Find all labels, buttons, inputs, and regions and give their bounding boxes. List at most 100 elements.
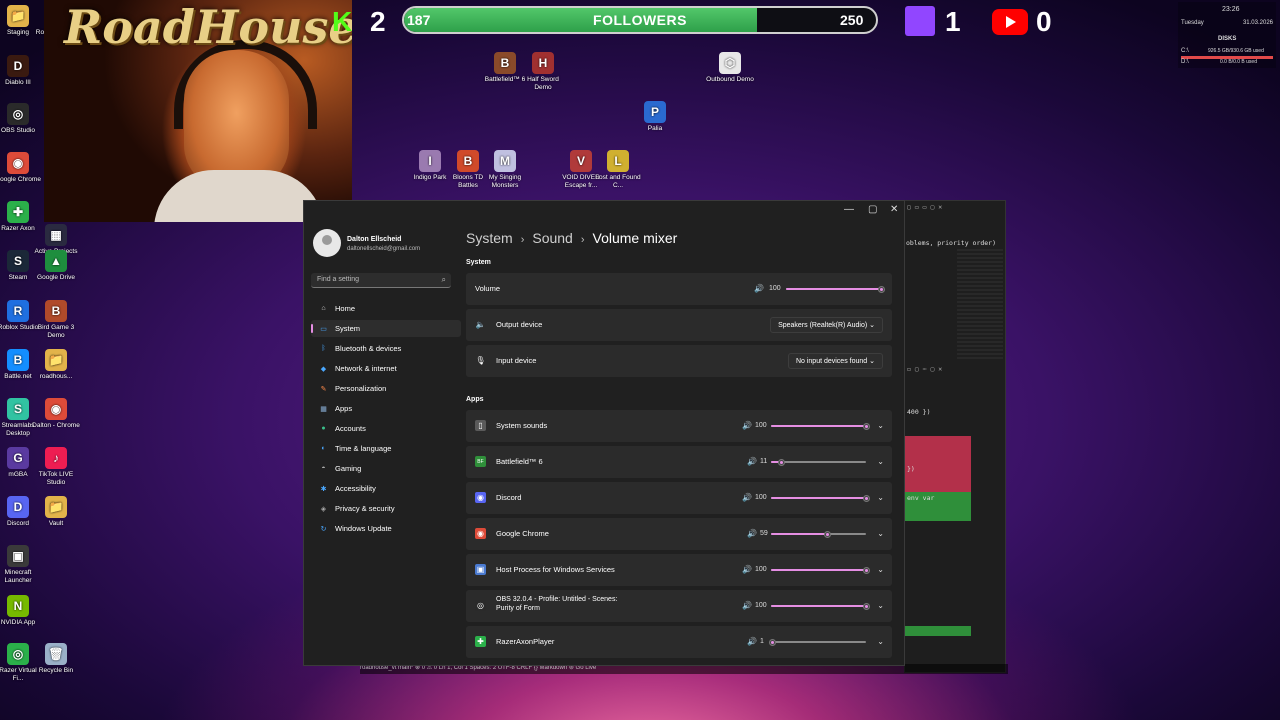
desktop-icon[interactable]: ▣ Minecraft Launcher (0, 545, 42, 585)
settings-window: — ▢ ✕ Dalton Ellscheid daltonellscheid@g… (303, 200, 905, 666)
app-volume-slider-thumb[interactable] (778, 459, 786, 466)
code-editor-window[interactable]: ▢ ▭ ▭ ▢ ✕ oblems, priority order) ▭ ▢ ⋯ … (904, 200, 1006, 673)
close-button[interactable]: ✕ (890, 204, 898, 215)
output-device-value: Speakers (Realtek(R) Audio) (778, 322, 868, 329)
speaker-icon[interactable]: 🔊 (747, 457, 757, 466)
app-volume-slider-thumb[interactable] (863, 567, 870, 574)
sidebar-item-gaming[interactable]: ◓ Gaming (311, 460, 461, 477)
desktop-icon[interactable]: N NVIDIA App (0, 595, 42, 627)
sidebar-item-system[interactable]: ▭ System (311, 320, 461, 337)
chevron-down-icon[interactable]: ⌄ (877, 565, 884, 574)
app-icon: B (45, 300, 67, 322)
app-volume-slider-thumb[interactable] (768, 639, 776, 646)
desktop-icon[interactable]: 📁 Vault (32, 496, 80, 528)
app-icon: 📁 (7, 5, 29, 27)
streamer-shirt (154, 170, 324, 222)
desktop-icon[interactable]: ◉ Google Chrome (0, 152, 42, 184)
chevron-down-icon[interactable]: ⌄ (877, 601, 884, 610)
system-icon: ▭ (320, 325, 327, 333)
app-volume-row: BF Battlefield™ 6 🔊 11 ⌄ (466, 446, 892, 478)
chevron-down-icon[interactable]: ⌄ (877, 529, 884, 538)
speaker-icon[interactable]: 🔊 (742, 565, 752, 574)
chevron-down-icon[interactable]: ⌄ (877, 421, 884, 430)
desktop-icon[interactable]: ♪ TikTok LIVE Studio (32, 447, 80, 487)
app-volume-row: ◎ OBS 32.0.4 - Profile: Untitled - Scenes… (466, 590, 892, 622)
speaker-icon[interactable]: 🔊 (754, 284, 764, 293)
chevron-down-icon[interactable]: ⌄ (877, 637, 884, 646)
app-volume-slider-thumb[interactable] (863, 423, 870, 430)
output-device-row[interactable]: 🔈 Output device Speakers (Realtek(R) Aud… (466, 309, 892, 341)
output-device-label: Output device (496, 320, 543, 329)
input-device-label: Input device (496, 356, 537, 365)
app-volume-value: 1 (760, 638, 764, 645)
speaker-icon[interactable]: 🔊 (742, 421, 752, 430)
app-icon: ♪ (45, 447, 67, 469)
desktop-icon[interactable]: H Half Sword Demo (519, 52, 567, 92)
sidebar-item-accounts[interactable]: ● Accounts (311, 420, 461, 437)
sidebar-item-home[interactable]: ⌂ Home (311, 300, 461, 317)
app-icon: H (532, 52, 554, 74)
sidebar-item-network-internet[interactable]: ◆ Network & internet (311, 360, 461, 377)
breadcrumb-system[interactable]: System (466, 230, 513, 246)
desktop-icon[interactable]: L Lost and Found C... (594, 150, 642, 190)
desktop-icon[interactable]: ◎ OBS Studio (0, 103, 42, 135)
desktop-icon-label: My Singing Monsters (488, 174, 522, 189)
input-device-row[interactable]: 🎙 Input device No input devices found ⌄ (466, 345, 892, 377)
desktop-icon-label: Google Drive (37, 274, 75, 281)
speaker-icon[interactable]: 🔊 (742, 601, 752, 610)
desktop-icon-label: roadhous... (39, 373, 73, 380)
desktop-icon[interactable]: ▲ Google Drive (32, 250, 80, 282)
user-avatar[interactable] (313, 229, 341, 257)
desktop-icon-label: TikTok LIVE Studio (38, 471, 74, 486)
desktop-icon[interactable]: 📁 roadhous... (32, 349, 80, 381)
sidebar-item-accessibility[interactable]: ✱ Accessibility (311, 480, 461, 497)
speaker-icon[interactable]: 🔊 (742, 493, 752, 502)
app-volume-slider-thumb[interactable] (863, 495, 870, 502)
desktop-icon[interactable]: 🗑 Recycle Bin (32, 643, 80, 675)
sidebar-item-bluetooth-devices[interactable]: ᛒ Bluetooth & devices (311, 340, 461, 357)
app-icon: ✚ (7, 201, 29, 223)
app-name: Battlefield™ 6 (496, 457, 543, 466)
app-volume-slider-track[interactable] (771, 461, 866, 463)
desktop-icon[interactable]: D Diablo III (0, 55, 42, 87)
desktop-icon[interactable]: P Palia (631, 101, 679, 133)
app-name: Discord (496, 493, 522, 502)
app-volume-slider-track[interactable] (771, 641, 866, 643)
microphone-icon: 🎙 (475, 356, 486, 365)
accessibility-icon: ✱ (320, 485, 327, 493)
desktop-icon[interactable]: ◉ Dalton - Chrome (32, 398, 80, 430)
chevron-down-icon[interactable]: ⌄ (877, 457, 884, 466)
sidebar-item-time-language[interactable]: ◐ Time & language (311, 440, 461, 457)
breadcrumb-sound[interactable]: Sound (532, 230, 572, 246)
desktop-icon[interactable]: B Bird Game 3 Demo (32, 300, 80, 340)
followers-label: FOLLOWERS (593, 12, 687, 28)
panel-controls[interactable]: ▭ ▢ ⋯ ▢ ✕ (907, 365, 942, 373)
code-line-3: }) (907, 465, 915, 473)
app-volume-value: 11 (760, 458, 768, 465)
speaker-icon[interactable]: 🔊 (747, 637, 757, 646)
volume-slider-thumb[interactable] (878, 286, 885, 293)
code-titlebar-controls[interactable]: ▢ ▭ ▭ ▢ ✕ (907, 203, 942, 211)
razer-icon: ✚ (475, 636, 486, 647)
app-volume-slider-thumb[interactable] (863, 603, 870, 610)
minimize-button[interactable]: — (844, 204, 854, 215)
input-device-dropdown[interactable]: No input devices found ⌄ (787, 353, 883, 369)
sidebar-item-personalization[interactable]: ✎ Personalization (311, 380, 461, 397)
desktop-icon[interactable]: M My Singing Monsters (481, 150, 529, 190)
app-volume-slider-thumb[interactable] (824, 531, 832, 538)
sidebar-item-privacy-security[interactable]: ◈ Privacy & security (311, 500, 461, 517)
speaker-icon[interactable]: 🔊 (747, 529, 757, 538)
desktop-icon[interactable]: ⬡ Outbound Demo (706, 52, 754, 84)
desktop-icon-label: Palia (647, 125, 663, 132)
output-device-dropdown[interactable]: Speakers (Realtek(R) Audio) ⌄ (770, 317, 883, 333)
settings-search-input[interactable]: Find a setting ⌕ (311, 273, 451, 288)
sidebar-item-windows-update[interactable]: ↻ Windows Update (311, 520, 461, 537)
clock-date: 31.03.2026 (1242, 20, 1273, 26)
app-icon: B (457, 150, 479, 172)
sidebar-item-label: Network & internet (335, 364, 397, 373)
kick-count: 2 (370, 6, 386, 37)
sidebar-item-apps[interactable]: ▦ Apps (311, 400, 461, 417)
maximize-button[interactable]: ▢ (868, 204, 877, 215)
app-icon: D (7, 55, 29, 77)
chevron-down-icon[interactable]: ⌄ (877, 493, 884, 502)
